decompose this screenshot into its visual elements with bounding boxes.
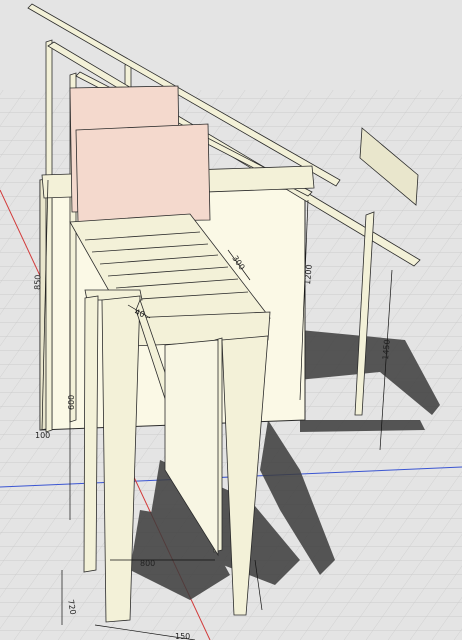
dim-label: 150 bbox=[175, 632, 190, 640]
dim-label: 1450 bbox=[381, 339, 392, 360]
dim-label: 850 bbox=[33, 274, 43, 290]
3d-viewport[interactable]: 300 40 1200 1450 850 100 600 800 720 150 bbox=[0, 0, 462, 640]
model-canvas[interactable]: 300 40 1200 1450 850 100 600 800 720 150 bbox=[0, 0, 462, 640]
dim-label: 600 bbox=[67, 395, 76, 410]
dim-label: 800 bbox=[140, 559, 155, 568]
dim-label: 1200 bbox=[303, 264, 314, 285]
dim-label: 100 bbox=[35, 431, 50, 440]
